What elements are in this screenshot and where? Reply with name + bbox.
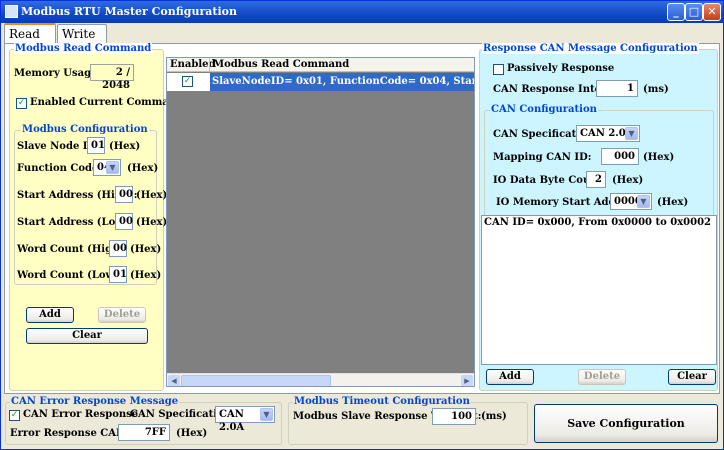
mapping-id-label: Mapping CAN ID: xyxy=(493,152,592,163)
io-start-hex: (Hex) xyxy=(657,197,689,208)
response-can-panel: Response CAN Message Configuration Passi… xyxy=(479,43,718,391)
horizontal-scrollbar[interactable]: ◀ ▶ xyxy=(167,373,474,386)
delete-can-button[interactable]: Delete xyxy=(578,369,626,385)
can-error-checkbox[interactable]: ✓ xyxy=(9,410,20,421)
mapping-id-hex: (Hex) xyxy=(643,152,675,163)
tab-page: Modbus Read Command Memory Usage: 2 / 20… xyxy=(4,43,720,394)
slave-node-input[interactable]: 01 xyxy=(87,137,105,154)
tab-read-io[interactable]: Read IO xyxy=(4,23,56,55)
can-config-panel: CAN Configuration CAN Specification: CAN… xyxy=(481,104,717,365)
can-error-spec-select[interactable]: CAN 2.0A ▼ xyxy=(215,406,275,433)
response-can-legend: Response CAN Message Configuration xyxy=(482,43,699,54)
function-code-label: Function Code: xyxy=(17,163,103,174)
mapping-id-input[interactable]: 000 xyxy=(601,148,639,165)
word-low-input[interactable]: 01 xyxy=(109,266,127,283)
minimize-icon[interactable]: _ xyxy=(667,3,685,21)
app-icon xyxy=(5,5,18,18)
timeout-unit: (ms) xyxy=(481,411,507,422)
word-low-label: Word Count (Low): xyxy=(17,270,123,281)
save-configuration-button[interactable]: Save Configuration xyxy=(534,404,718,443)
slave-node-hex: (Hex) xyxy=(109,141,141,152)
response-interval-unit: (ms) xyxy=(643,84,669,95)
error-can-id-hex: (Hex) xyxy=(176,428,208,439)
enabled-current-label: Enabled Current Command xyxy=(30,97,184,108)
word-low-hex: (Hex) xyxy=(130,270,162,281)
timeout-legend: Modbus Timeout Configuration xyxy=(293,396,471,407)
header-command[interactable]: Modbus Read Command xyxy=(213,59,349,70)
error-can-id-input[interactable]: 7FF xyxy=(118,424,170,441)
row-enabled-checkbox[interactable]: ✓ xyxy=(182,76,193,87)
start-low-hex: (Hex) xyxy=(136,217,168,228)
function-code-select[interactable]: 04 ▼ xyxy=(93,159,121,176)
tab-write-io[interactable]: Write IO xyxy=(57,24,107,55)
timeout-input[interactable]: 100 xyxy=(432,408,476,425)
maximize-icon[interactable]: □ xyxy=(685,3,703,21)
io-count-input[interactable]: 2 xyxy=(586,171,606,188)
can-error-spec-value: CAN 2.0A xyxy=(219,409,245,433)
word-high-hex: (Hex) xyxy=(130,244,162,255)
main-window: Modbus RTU Master Configuration _ □ ✕ Re… xyxy=(0,0,724,450)
scroll-left-icon[interactable]: ◀ xyxy=(168,375,180,386)
memory-usage-value: 2 / 2048 xyxy=(90,64,134,91)
can-error-legend: CAN Error Response Message xyxy=(10,396,180,407)
start-high-hex: (Hex) xyxy=(136,190,168,201)
modbus-read-legend: Modbus Read Command xyxy=(14,43,153,54)
can-spec-select[interactable]: CAN 2.0A ▼ xyxy=(576,125,640,142)
add-can-button[interactable]: Add xyxy=(486,369,534,385)
response-interval-input[interactable]: 1 xyxy=(596,80,638,97)
clear-can-button[interactable]: Clear xyxy=(668,369,716,385)
enabled-current-checkbox[interactable]: ✓ xyxy=(16,98,27,109)
list-item[interactable]: CAN ID= 0x000, From 0x0000 to 0x0002 xyxy=(484,217,714,228)
word-high-input[interactable]: 00 xyxy=(109,240,127,257)
modbus-config-panel: Modbus Configuration Slave Node ID: 01 (… xyxy=(14,124,167,285)
chevron-down-icon[interactable]: ▼ xyxy=(637,195,650,208)
timeout-panel: Modbus Timeout Configuration Modbus Slav… xyxy=(288,396,528,445)
scroll-right-icon[interactable]: ▶ xyxy=(461,375,473,386)
modbus-read-panel: Modbus Read Command Memory Usage: 2 / 20… xyxy=(9,43,183,391)
add-command-button[interactable]: Add xyxy=(26,307,74,323)
chevron-down-icon[interactable]: ▼ xyxy=(625,127,638,140)
scroll-thumb[interactable] xyxy=(181,375,331,386)
can-error-label: CAN Error Response xyxy=(23,409,139,420)
passive-response-label: Passively Response xyxy=(507,63,615,74)
can-config-legend: CAN Configuration xyxy=(490,104,598,115)
window-title: Modbus RTU Master Configuration xyxy=(21,5,237,18)
passive-response-checkbox[interactable] xyxy=(493,64,504,75)
delete-command-button[interactable]: Delete xyxy=(98,307,146,323)
memory-usage-label: Memory Usage: xyxy=(14,68,102,79)
modbus-config-legend: Modbus Configuration xyxy=(21,124,149,135)
io-start-select[interactable]: 0000 ▼ xyxy=(610,193,652,210)
can-mapping-list[interactable]: CAN ID= 0x000, From 0x0000 to 0x0002 xyxy=(481,215,717,365)
title-bar[interactable]: Modbus RTU Master Configuration _ □ ✕ xyxy=(1,1,723,23)
table-header: Enabled Modbus Read Command xyxy=(167,58,474,72)
row-command[interactable]: SlaveNodeID= 0x01, FunctionCode= 0x04, S… xyxy=(210,73,474,91)
io-count-hex: (Hex) xyxy=(612,175,644,186)
function-code-hex: (Hex) xyxy=(127,163,159,174)
chevron-down-icon[interactable]: ▼ xyxy=(260,408,273,421)
command-table[interactable]: Enabled Modbus Read Command ✓ SlaveNodeI… xyxy=(166,57,475,387)
clear-commands-button[interactable]: Clear xyxy=(26,328,148,344)
header-divider xyxy=(209,58,210,72)
table-row[interactable]: ✓ SlaveNodeID= 0x01, FunctionCode= 0x04,… xyxy=(167,73,474,91)
close-icon[interactable]: ✕ xyxy=(703,3,721,21)
start-low-input[interactable]: 00 xyxy=(115,213,133,230)
chevron-down-icon[interactable]: ▼ xyxy=(106,161,119,174)
can-error-panel: CAN Error Response Message ✓ CAN Error R… xyxy=(5,396,282,445)
start-high-input[interactable]: 00 xyxy=(115,186,133,203)
